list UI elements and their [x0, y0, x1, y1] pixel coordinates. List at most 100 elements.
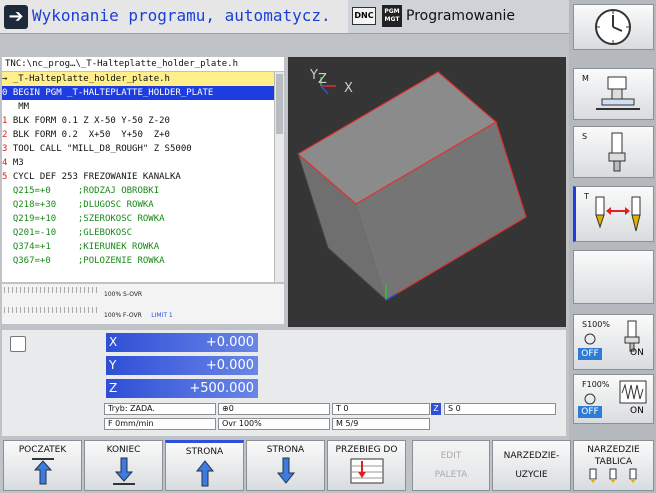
program-line[interactable]: 3 TOOL CALL "MILL_D8_ROUGH" Z S5000 [2, 142, 274, 156]
tool-table-softkey[interactable]: NARZEDZIE TABLICA [573, 440, 654, 491]
y-axis-row: Y +0.000 [106, 356, 258, 375]
edit-pallet-label-2: PALETA [434, 470, 468, 480]
program-line[interactable]: 1 BLK FORM 0.1 Z X-50 Y-50 Z-20 [2, 114, 274, 128]
clock-softkey[interactable] [573, 4, 654, 50]
s-label: S [582, 132, 588, 141]
f100-off-toggle[interactable]: OFF [578, 406, 602, 418]
block-scan-softkey[interactable]: PRZEBIEG DO [327, 440, 406, 491]
s100-off-toggle[interactable]: OFF [578, 348, 602, 360]
line-text: BLK FORM 0.1 Z X-50 Y-50 Z-20 [12, 116, 170, 126]
tool-table-label-1: NARZEDZIE [587, 445, 640, 455]
z-axis-value: +500.000 [189, 381, 254, 396]
override-panel: 100% S-OVR 100% F-OVR LIMIT 1 [2, 284, 284, 324]
program-scrollbar[interactable] [274, 72, 284, 282]
program-line[interactable]: Q215=+0 ;RODZAJ OBROBKI [2, 184, 274, 198]
line-text: TOOL CALL "MILL_D8_ROUGH" Z S5000 [12, 144, 192, 154]
position-display: X +0.000 Y +0.000 Z +500.000 Tryb: ZADA.… [2, 330, 566, 436]
kinematics-icon: ⊕ [222, 404, 229, 413]
program-file-name: → _T-Halteplatte_holder_plate.h [2, 74, 170, 84]
page-down-label: STRONA [266, 445, 305, 455]
program-line[interactable]: 4 M3 [2, 156, 274, 170]
line-number: 1 [2, 116, 8, 126]
program-line[interactable]: Q201=-10 ;GLEBOKOSC [2, 226, 274, 240]
program-line[interactable]: MM [2, 100, 274, 114]
f-limit: LIMIT 1 [151, 312, 173, 319]
pgm-mgt-icon[interactable]: PGM MGT [382, 5, 402, 27]
x-axis-label: X [109, 335, 118, 349]
kinematics-value: 0 [228, 404, 234, 413]
program-line[interactable]: Q374=+1 ;KIERUNEK ROWKA [2, 240, 274, 254]
m-function-status: M 5/9 [332, 418, 430, 430]
t-function-softkey[interactable]: T [573, 186, 654, 242]
line-text: Q218=+30 ;DLUGOSC ROWKA [2, 200, 154, 210]
y-axis-label: Y [109, 358, 117, 372]
t-label: T [584, 192, 589, 201]
edit-pallet-softkey[interactable]: EDIT PALETA [412, 440, 490, 491]
mode-status: Tryb: ZADA. [104, 403, 216, 415]
arrow-up-icon [195, 460, 215, 487]
tool-axis-badge: Z [431, 403, 441, 415]
program-line[interactable]: Q218=+30 ;DLUGOSC ROWKA [2, 198, 274, 212]
line-text: CYCL DEF 253 FREZOWANIE KANALKA [12, 172, 181, 182]
s100-label: S100% [582, 320, 610, 329]
begin-label: POCZATEK [18, 445, 67, 455]
line-number: 0 [2, 88, 8, 98]
page-up-label: STRONA [185, 447, 224, 457]
arrow-down-bar-icon [113, 457, 135, 485]
line-number: 4 [2, 158, 8, 168]
pgm-badge-line2: MGT [384, 16, 400, 23]
tool-status: T 0 [332, 403, 430, 415]
clock-icon [595, 9, 631, 45]
line-text: Q201=-10 ;GLEBOKOSC [2, 228, 133, 238]
page-up-softkey[interactable]: STRONA [165, 440, 244, 491]
feed-override-softkey[interactable]: F100% OFF ON [573, 374, 654, 424]
x-axis-value: +0.000 [205, 335, 254, 350]
axis-y-label: Y [309, 68, 318, 83]
program-line[interactable]: → _T-Halteplatte_holder_plate.h [2, 72, 274, 86]
programming-title: Programowanie [406, 8, 516, 24]
tool-usage-softkey[interactable]: NARZEDZIE- UZYCIE [492, 440, 571, 491]
tool-table-icon [589, 468, 637, 483]
program-line[interactable]: 5 CYCL DEF 253 FREZOWANIE KANALKA [2, 170, 274, 184]
3d-view[interactable]: Y Z X [288, 57, 566, 327]
m-label: M [582, 74, 589, 83]
axis-z-label: Z [318, 72, 327, 87]
s-ovr-bar [4, 287, 98, 293]
s-function-softkey[interactable]: S [573, 126, 654, 178]
program-listing[interactable]: → _T-Halteplatte_holder_plate.h 0 BEGIN … [2, 72, 274, 282]
tool-table-label-2: TABLICA [594, 457, 633, 467]
page-down-softkey[interactable]: STRONA [246, 440, 325, 491]
line-text: MM [7, 102, 30, 112]
f-ovr-bar [4, 307, 98, 313]
tool-usage-label-2: UZYCIE [515, 470, 548, 480]
line-text: BLK FORM 0.2 X+50 Y+50 Z+0 [12, 130, 170, 140]
s100-on-toggle[interactable]: ON [630, 348, 644, 358]
m-function-softkey[interactable]: M [573, 68, 654, 120]
spindle-override-softkey[interactable]: S100% OFF ON [573, 314, 654, 370]
position-mode-icon[interactable] [10, 336, 26, 352]
f100-on-toggle[interactable]: ON [630, 406, 644, 416]
line-text: Q374=+1 ;KIERUNEK ROWKA [2, 242, 160, 252]
z-axis-row: Z +500.000 [106, 379, 258, 398]
line-text: M3 [12, 158, 24, 168]
f100-label: F100% [582, 380, 610, 389]
program-line[interactable]: 2 BLK FORM 0.2 X+50 Y+50 Z+0 [2, 128, 274, 142]
axis-x-label: X [344, 81, 353, 96]
feed-status: F 0mm/min [104, 418, 216, 430]
scrollbar-thumb[interactable] [276, 74, 283, 134]
end-softkey[interactable]: KONIEC [84, 440, 163, 491]
edit-pallet-label-1: EDIT [440, 451, 462, 461]
dnc-badge: DNC [352, 7, 376, 25]
arrow-up-bar-icon [32, 458, 54, 485]
program-line-selected[interactable]: 0 BEGIN PGM _T-HALTEPLATTE_HOLDER_PLATE [2, 86, 274, 100]
begin-softkey[interactable]: POCZATEK [3, 440, 82, 491]
program-line[interactable]: Q219=+10 ;SZEROKOSC ROWKA [2, 212, 274, 226]
empty-softkey[interactable] [573, 250, 654, 304]
z-axis-label: Z [109, 381, 118, 395]
program-path: TNC:\nc_prog…\_T-Halteplatte_holder_plat… [2, 57, 284, 71]
line-number: 5 [2, 172, 8, 182]
line-text: Q219=+10 ;SZEROKOSC ROWKA [2, 214, 165, 224]
arrow-right-icon: ➔ [4, 5, 28, 29]
program-line[interactable]: Q367=+0 ;POLOZENIE ROWKA [2, 254, 274, 268]
y-axis-value: +0.000 [205, 358, 254, 373]
